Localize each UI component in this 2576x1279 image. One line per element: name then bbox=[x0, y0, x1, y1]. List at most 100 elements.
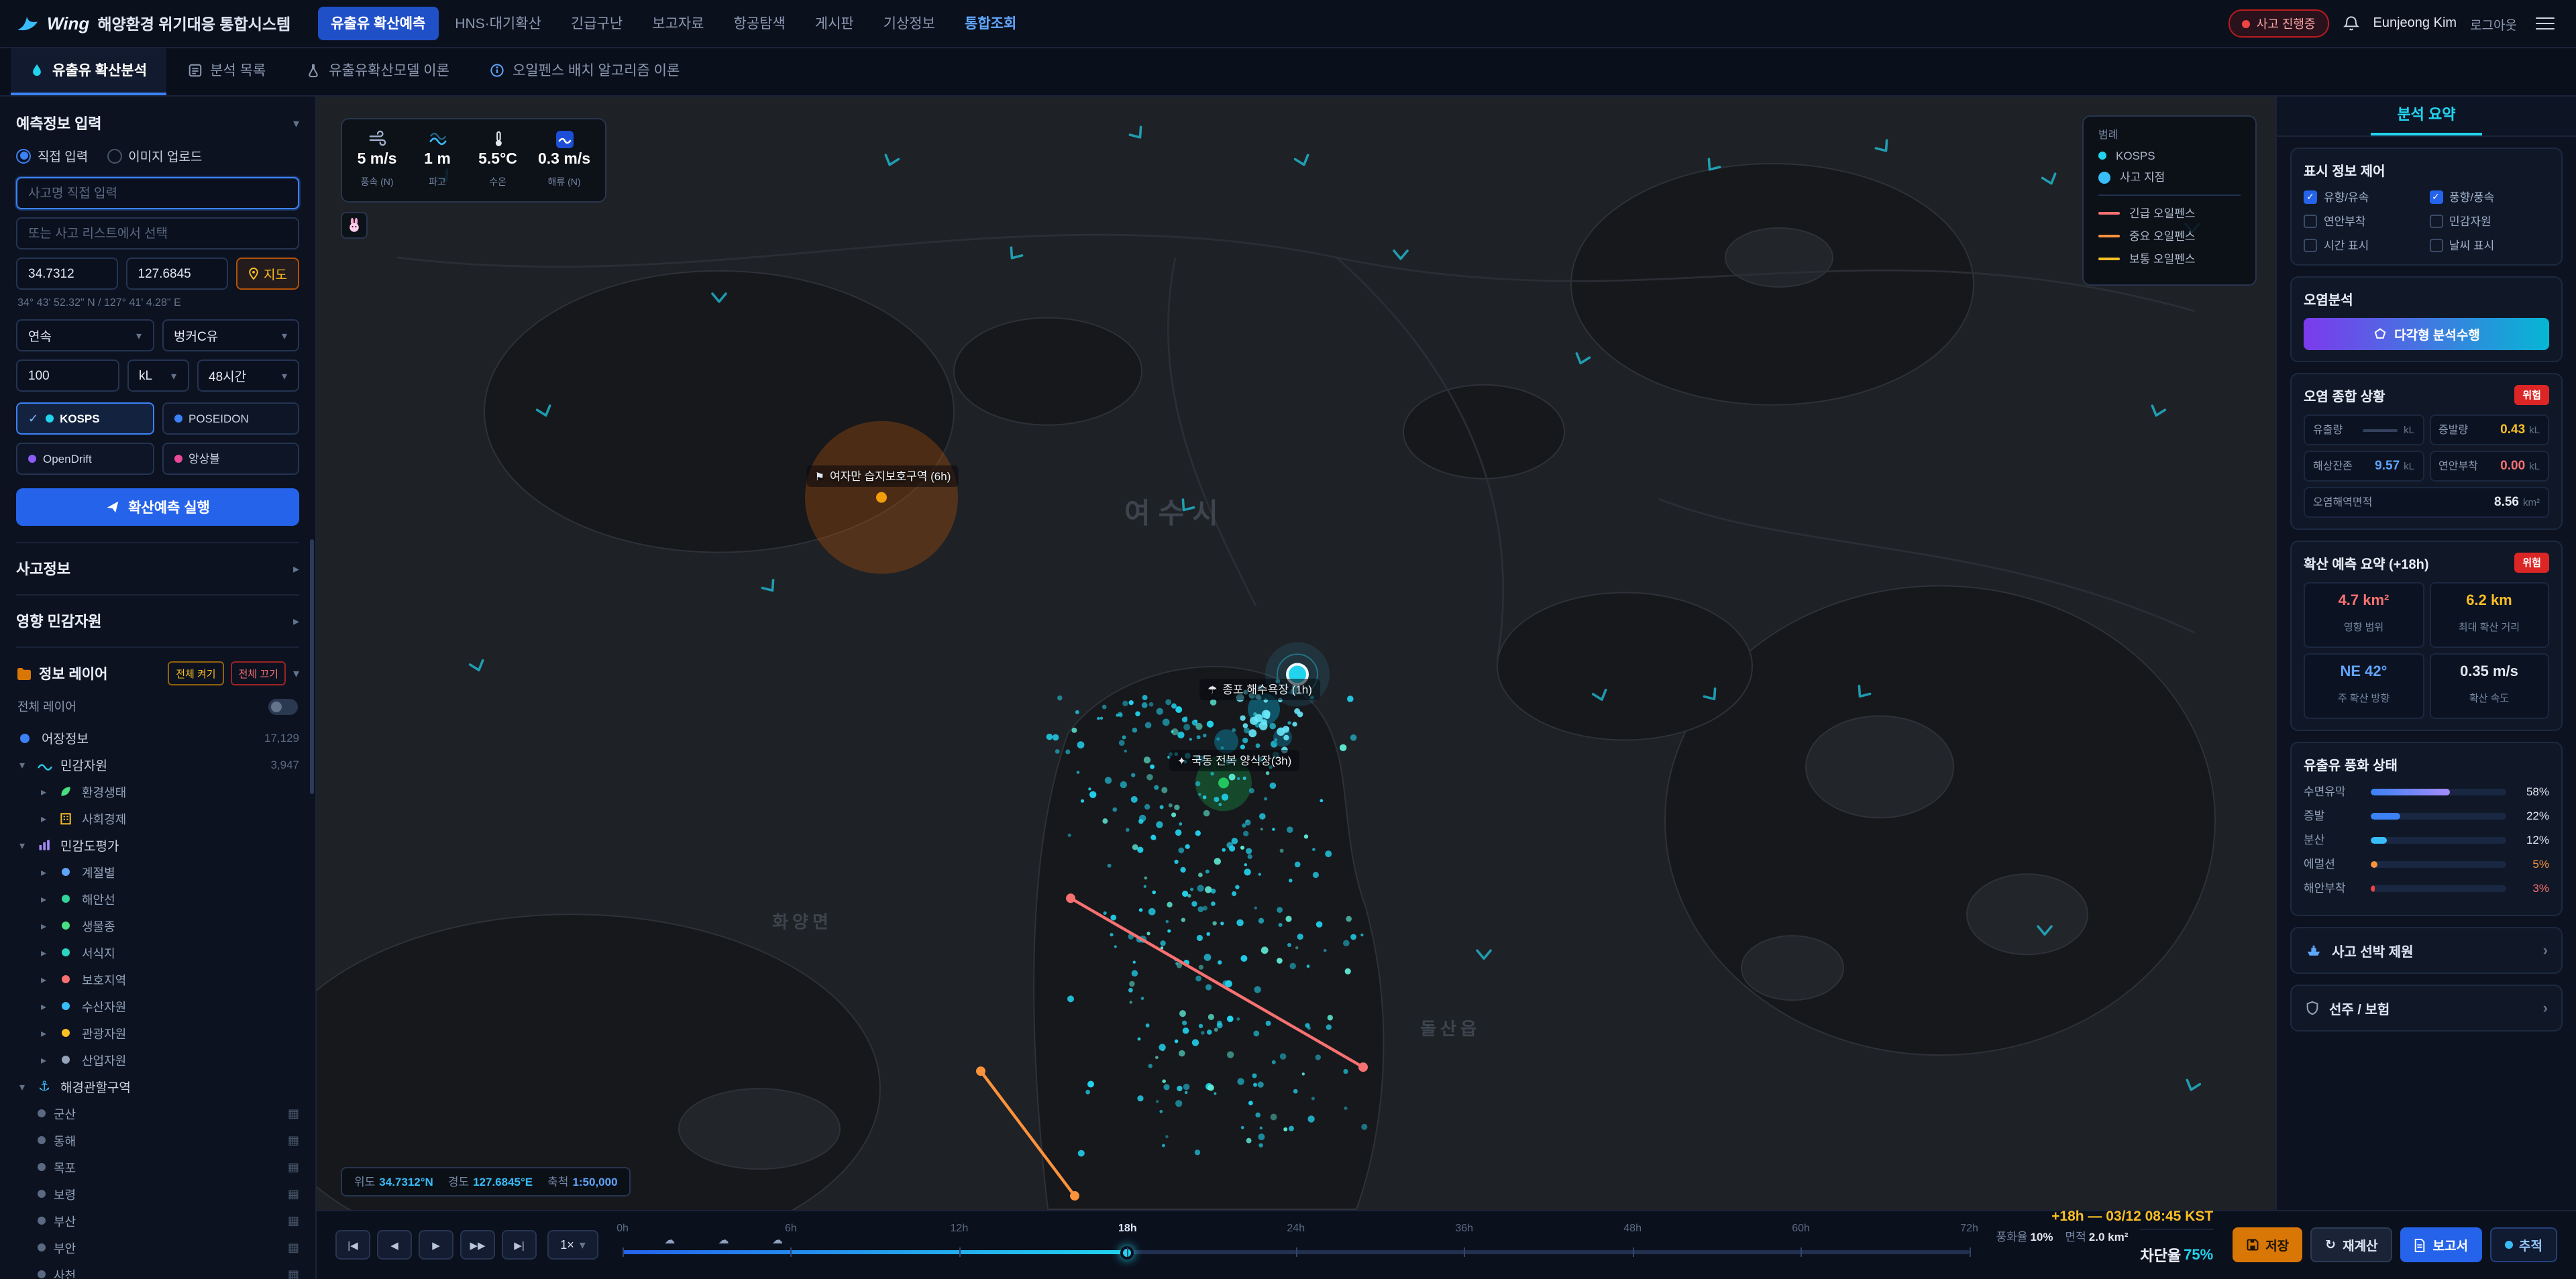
logout-button[interactable]: 로그아웃 bbox=[2470, 14, 2517, 33]
tab-2[interactable]: 유출유확산모델 이론 bbox=[287, 48, 468, 95]
display-check-5[interactable]: 날씨 표시 bbox=[2429, 237, 2549, 254]
mascot-rabbit-icon[interactable] bbox=[341, 212, 368, 239]
weathering-bar-track bbox=[2371, 788, 2506, 795]
step-back-button[interactable]: ◀ bbox=[377, 1230, 412, 1260]
weathering-pct: 5% bbox=[2514, 857, 2549, 871]
nav-item-3[interactable]: 보고자료 bbox=[639, 7, 717, 40]
timeline-tick bbox=[1633, 1247, 1634, 1257]
map-canvas[interactable]: 여수시화양면돌산읍 5 m/s풍속 (N)1 m파고5.5°C수온0.3 m/s… bbox=[317, 97, 2275, 1209]
incident-list-input[interactable] bbox=[16, 217, 299, 249]
amount-input[interactable] bbox=[16, 359, 119, 392]
prediction-title: 예측정보 입력 bbox=[16, 113, 102, 134]
layer-item-2-child-5[interactable]: ▸수산자원 bbox=[16, 993, 299, 1019]
grid-icon: ▦ bbox=[288, 1186, 299, 1201]
nav-item-4[interactable]: 항공탐색 bbox=[720, 7, 798, 40]
model-chip-2[interactable]: OpenDrift bbox=[16, 443, 154, 475]
layer-item-2-child-2[interactable]: ▸생물종 bbox=[16, 912, 299, 939]
layers-all-on-button[interactable]: 전체 켜기 bbox=[168, 661, 223, 685]
layer-item-3-child-5[interactable]: 부안▦ bbox=[16, 1234, 299, 1261]
tab-3[interactable]: 오일펜스 배치 알고리즘 이론 bbox=[471, 48, 698, 95]
tab-1[interactable]: 분석 목록 bbox=[168, 48, 284, 95]
ship-spec-accordion[interactable]: 사고 선박 제원 › bbox=[2290, 927, 2563, 974]
bell-icon[interactable] bbox=[2343, 15, 2360, 32]
layer-item-3-child-0[interactable]: 군산▦ bbox=[16, 1100, 299, 1127]
pollution-cell-1: 증발량0.43kL bbox=[2429, 414, 2549, 445]
layer-item-3[interactable]: ▾⚓해경관할구역 bbox=[16, 1073, 299, 1100]
nav-item-5[interactable]: 게시판 bbox=[802, 7, 867, 40]
unit-select[interactable]: kL▾ bbox=[127, 359, 189, 392]
oil-type-select[interactable]: 벙커C유▾ bbox=[162, 319, 299, 351]
amount-mini-slider[interactable] bbox=[2362, 429, 2397, 431]
nav-item-6[interactable]: 기상정보 bbox=[870, 7, 949, 40]
pick-on-map-button[interactable]: 지도 bbox=[235, 258, 299, 290]
polygon-analysis-button[interactable]: 다각형 분석수행 bbox=[2304, 318, 2549, 350]
layer-item-1[interactable]: ▾민감자원3,947 bbox=[16, 751, 299, 778]
layer-item-3-child-1[interactable]: 동해▦ bbox=[16, 1127, 299, 1154]
weathering-label: 분산 bbox=[2304, 832, 2363, 848]
incident-name-input[interactable] bbox=[16, 177, 299, 209]
tracking-button[interactable]: 추적 bbox=[2489, 1227, 2557, 1262]
latitude-input[interactable] bbox=[16, 258, 118, 290]
dot-icon bbox=[58, 922, 74, 930]
nav-item-2[interactable]: 긴급구난 bbox=[557, 7, 636, 40]
weathering-card: 유출유 풍화 상태 수면유막58%증발22%분산12%에멀션5%해안부착3% bbox=[2290, 742, 2563, 916]
model-chip-3[interactable]: 앙상블 bbox=[162, 443, 299, 475]
spill-type-select[interactable]: 연속▾ bbox=[16, 319, 154, 351]
layer-item-0[interactable]: 어장정보17,129 bbox=[16, 724, 299, 751]
duration-select[interactable]: 48시간▾ bbox=[197, 359, 299, 392]
layers-all-off-button[interactable]: 전체 끄기 bbox=[231, 661, 286, 685]
tab-0[interactable]: 유출유 확산분석 bbox=[11, 48, 166, 95]
layer-item-2-child-1[interactable]: ▸해안선 bbox=[16, 885, 299, 912]
layer-item-2-child-4[interactable]: ▸보호지역 bbox=[16, 966, 299, 993]
layer-item-2[interactable]: ▾민감도평가 bbox=[16, 832, 299, 858]
play-button[interactable]: ▶ bbox=[419, 1230, 453, 1260]
danger-badge: 위험 bbox=[2514, 385, 2549, 405]
radio-direct-input[interactable]: 직접 입력 bbox=[16, 146, 88, 165]
checkbox-icon: ✓ bbox=[2304, 190, 2317, 204]
layer-item-2-child-6[interactable]: ▸관광자원 bbox=[16, 1019, 299, 1046]
accordion-incident-info[interactable]: 사고정보▸ bbox=[16, 542, 299, 594]
skip-end-button[interactable]: ▶| bbox=[502, 1230, 537, 1260]
layer-item-3-child-6[interactable]: 사천▦ bbox=[16, 1261, 299, 1279]
model-chip-1[interactable]: POSEIDON bbox=[162, 402, 299, 435]
recalculate-button[interactable]: ↻ 재계산 bbox=[2310, 1227, 2392, 1262]
prediction-section-header[interactable]: 예측정보 입력 ▾ bbox=[16, 110, 299, 146]
summary-header[interactable]: 분석 요약 bbox=[2277, 97, 2576, 137]
display-check-0[interactable]: ✓유향/유속 bbox=[2304, 189, 2424, 205]
run-prediction-button[interactable]: 확산예측 실행 bbox=[16, 488, 299, 526]
display-check-3[interactable]: 민감자원 bbox=[2429, 213, 2549, 229]
skip-start-button[interactable]: |◀ bbox=[335, 1230, 370, 1260]
model-chip-0[interactable]: ✓KOSPS bbox=[16, 402, 154, 435]
display-check-1[interactable]: ✓풍향/풍속 bbox=[2429, 189, 2549, 205]
speed-select[interactable]: 1× ▾ bbox=[547, 1230, 598, 1260]
layer-item-1-child-1[interactable]: ▸사회경제 bbox=[16, 805, 299, 832]
layer-item-2-child-3[interactable]: ▸서식지 bbox=[16, 939, 299, 966]
layer-item-3-child-4[interactable]: 부산▦ bbox=[16, 1207, 299, 1234]
save-button[interactable]: 저장 bbox=[2232, 1227, 2302, 1262]
incident-status-badge[interactable]: 사고 진행중 bbox=[2229, 9, 2329, 38]
longitude-input[interactable] bbox=[126, 258, 228, 290]
layer-item-2-child-0[interactable]: ▸계절별 bbox=[16, 858, 299, 885]
fast-forward-button[interactable]: ▶▶ bbox=[460, 1230, 495, 1260]
layer-label: 민감도평가 bbox=[60, 836, 119, 854]
layer-dot-icon bbox=[62, 868, 70, 876]
layer-item-1-child-0[interactable]: ▸환경생태 bbox=[16, 778, 299, 805]
layer-item-2-child-7[interactable]: ▸산업자원 bbox=[16, 1046, 299, 1073]
nav-item-1[interactable]: HNS·대기확산 bbox=[441, 7, 555, 40]
nav-item-0[interactable]: 유출유 확산예측 bbox=[317, 7, 439, 40]
layer-item-3-child-3[interactable]: 보령▦ bbox=[16, 1180, 299, 1207]
layer-item-3-child-2[interactable]: 목포▦ bbox=[16, 1154, 299, 1180]
owner-insurance-accordion[interactable]: 선주 / 보험 › bbox=[2290, 985, 2563, 1032]
master-layer-toggle[interactable] bbox=[268, 698, 298, 714]
radio-image-upload[interactable]: 이미지 업로드 bbox=[107, 146, 202, 165]
report-button[interactable]: 보고서 bbox=[2401, 1227, 2481, 1262]
hamburger-menu-icon[interactable] bbox=[2530, 11, 2560, 36]
display-check-4[interactable]: 시간 표시 bbox=[2304, 237, 2424, 254]
accordion-sensitive-resources[interactable]: 영향 민감자원▸ bbox=[16, 594, 299, 647]
nav-item-7[interactable]: 통합조회 bbox=[951, 7, 1030, 40]
check-icon: ✓ bbox=[28, 411, 38, 426]
timeline-track[interactable]: ☁☁☁ bbox=[623, 1250, 1970, 1254]
user-name[interactable]: Eunjeong Kim bbox=[2373, 16, 2457, 31]
display-check-2[interactable]: 연안부착 bbox=[2304, 213, 2424, 229]
sidebar-scrollbar[interactable] bbox=[310, 539, 314, 794]
